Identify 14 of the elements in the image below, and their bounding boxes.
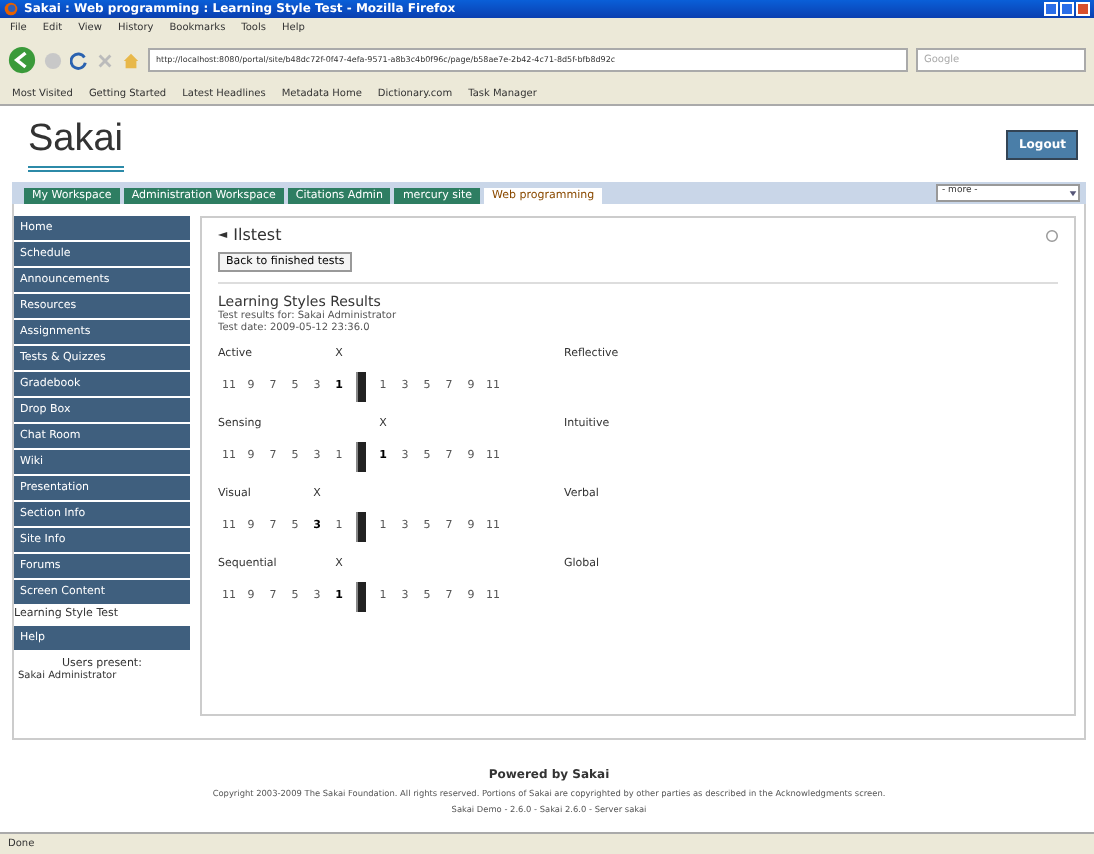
sakai-logo[interactable]: Sakai <box>28 117 124 171</box>
close-button[interactable] <box>1076 2 1090 16</box>
browser-logo-icon <box>4 2 18 16</box>
tool-title: Ilstest <box>233 226 282 244</box>
help-icon[interactable] <box>1046 229 1058 241</box>
scale-center-bar <box>356 581 366 611</box>
reload-icon[interactable] <box>70 51 88 69</box>
scale-center-bar <box>356 441 366 471</box>
minimize-button[interactable] <box>1044 2 1058 16</box>
scale-center-bar <box>356 371 366 401</box>
scale-center-bar <box>356 511 366 541</box>
back-icon[interactable] <box>8 46 36 74</box>
dropdown-caret-icon <box>1068 188 1078 198</box>
maximize-button[interactable] <box>1060 2 1074 16</box>
